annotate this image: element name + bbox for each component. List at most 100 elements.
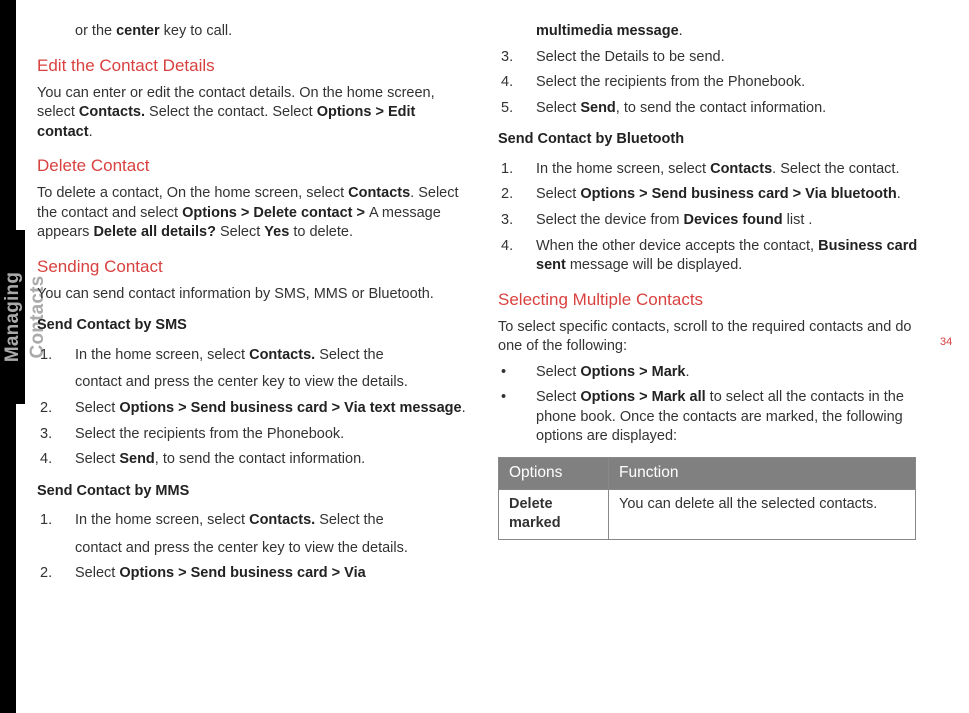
list-item: 1. In the home screen, select Contacts. … [37,346,467,393]
list-item: 3. Select the device from Devices found … [498,211,928,231]
text: Select [75,565,119,581]
list-item: 2. Select Options > Send business card >… [37,399,467,419]
list-item: 4. Select the recipients from the Phoneb… [498,73,928,93]
list-item: 2. Select Options > Send business card >… [498,185,928,205]
subheading-send-mms: Send Contact by MMS [37,482,467,502]
page-number: 34 [940,335,952,350]
list-item: 4. Select Send, to send the contact info… [37,450,467,470]
heading-edit-contact-details: Edit the Contact Details [37,55,467,78]
text: contact and press the center key to view… [75,540,408,556]
heading-selecting-multiple: Selecting Multiple Contacts [498,289,928,312]
heading-delete-contact: Delete Contact [37,155,467,178]
table-row: Delete marked You can delete all the sel… [499,489,916,539]
list-item: • Select Options > Mark all to select al… [498,388,928,447]
text-bold: Send [119,451,154,467]
text: Select the recipients from the Phonebook… [75,426,344,442]
bullet-icon: • [501,388,506,408]
text-bold: Delete all details? [93,224,216,240]
table-cell-option: Delete marked [499,489,609,539]
text-bold: Options > Delete contact > [182,205,369,221]
text-bold: Contacts [348,185,410,201]
text: to delete. [289,224,353,240]
list-number: 3. [40,425,52,445]
text: Select [536,100,580,116]
text: . [462,400,466,416]
list-item: 1. In the home screen, select Contacts. … [498,160,928,180]
text: contact and press the center key to view… [75,374,408,390]
text-bold: Send [580,100,615,116]
text: or the [75,23,116,39]
text-bold: Options > Send business card > Via [119,565,365,581]
text: Select the Details to be send. [536,49,725,65]
text: . Select the contact. [772,161,899,177]
text-bold: Contacts [710,161,772,177]
continuation-line: multimedia message. [498,22,928,42]
list-number: 2. [501,185,513,205]
list-item: 1. In the home screen, select Contacts. … [37,511,467,558]
table-header-row: Options Function [499,457,916,489]
options-table: Options Function Delete marked You can d… [498,457,916,540]
text: Select the recipients from the Phonebook… [536,74,805,90]
list-number: 1. [501,160,513,180]
text: Select [536,186,580,202]
ordered-list-mms-cont: 3. Select the Details to be send. 4. Sel… [498,48,928,119]
list-item: 3. Select the Details to be send. [498,48,928,68]
text: Select [75,400,119,416]
text-bold: Options > Send business card > Via text … [119,400,461,416]
list-number: 2. [40,399,52,419]
continuation-line: or the center key to call. [37,22,467,42]
text: Select [536,364,580,380]
ordered-list-sms: 1. In the home screen, select Contacts. … [37,346,467,470]
text-bold: Yes [264,224,289,240]
left-column: or the center key to call. Edit the Cont… [37,22,467,590]
paragraph: To delete a contact, On the home screen,… [37,184,467,243]
list-number: 4. [501,73,513,93]
ordered-list-mms: 1. In the home screen, select Contacts. … [37,511,467,584]
heading-sending-contact: Sending Contact [37,256,467,279]
list-number: 2. [40,564,52,584]
paragraph: You can send contact information by SMS,… [37,285,467,305]
table-header-function: Function [609,457,916,489]
text: When the other device accepts the contac… [536,238,818,254]
right-column: multimedia message. 3. Select the Detail… [498,22,928,540]
ordered-list-bt: 1. In the home screen, select Contacts. … [498,160,928,276]
text: . [89,124,93,140]
text: key to call. [160,23,233,39]
list-item: 4. When the other device accepts the con… [498,237,928,276]
list-item: 2. Select Options > Send business card >… [37,564,467,584]
text-bold: Contacts. [249,347,315,363]
text-bold: Options > Mark [580,364,685,380]
table-header-options: Options [499,457,609,489]
bullet-icon: • [501,363,506,383]
text: . [686,364,690,380]
text: Select the contact. Select [145,104,317,120]
list-item: 3. Select the recipients from the Phoneb… [37,425,467,445]
text-bold: Contacts. [249,512,315,528]
text: In the home screen, select [75,347,249,363]
list-number: 5. [501,99,513,119]
text: Select the device from [536,212,684,228]
list-number: 3. [501,48,513,68]
list-number: 4. [40,450,52,470]
text-bold: Devices found [684,212,783,228]
text-bold: Contacts. [79,104,145,120]
text: message will be displayed. [566,257,743,273]
text: In the home screen, select [75,512,249,528]
text: . [679,23,683,39]
list-number: 3. [501,211,513,231]
text-bold: Options > Mark all [580,389,705,405]
text: , to send the contact information. [616,100,826,116]
subheading-send-bluetooth: Send Contact by Bluetooth [498,130,928,150]
text: list . [783,212,813,228]
table-cell-function: You can delete all the selected contacts… [609,489,916,539]
text: Select [536,389,580,405]
text-bold: multimedia message [536,23,679,39]
text: To delete a contact, On the home screen,… [37,185,348,201]
text: In the home screen, select [536,161,710,177]
text: , to send the contact information. [155,451,365,467]
text-bold: center [116,23,160,39]
subheading-send-sms: Send Contact by SMS [37,316,467,336]
list-number: 1. [40,511,52,531]
list-number: 4. [501,237,513,257]
list-number: 1. [40,346,52,366]
